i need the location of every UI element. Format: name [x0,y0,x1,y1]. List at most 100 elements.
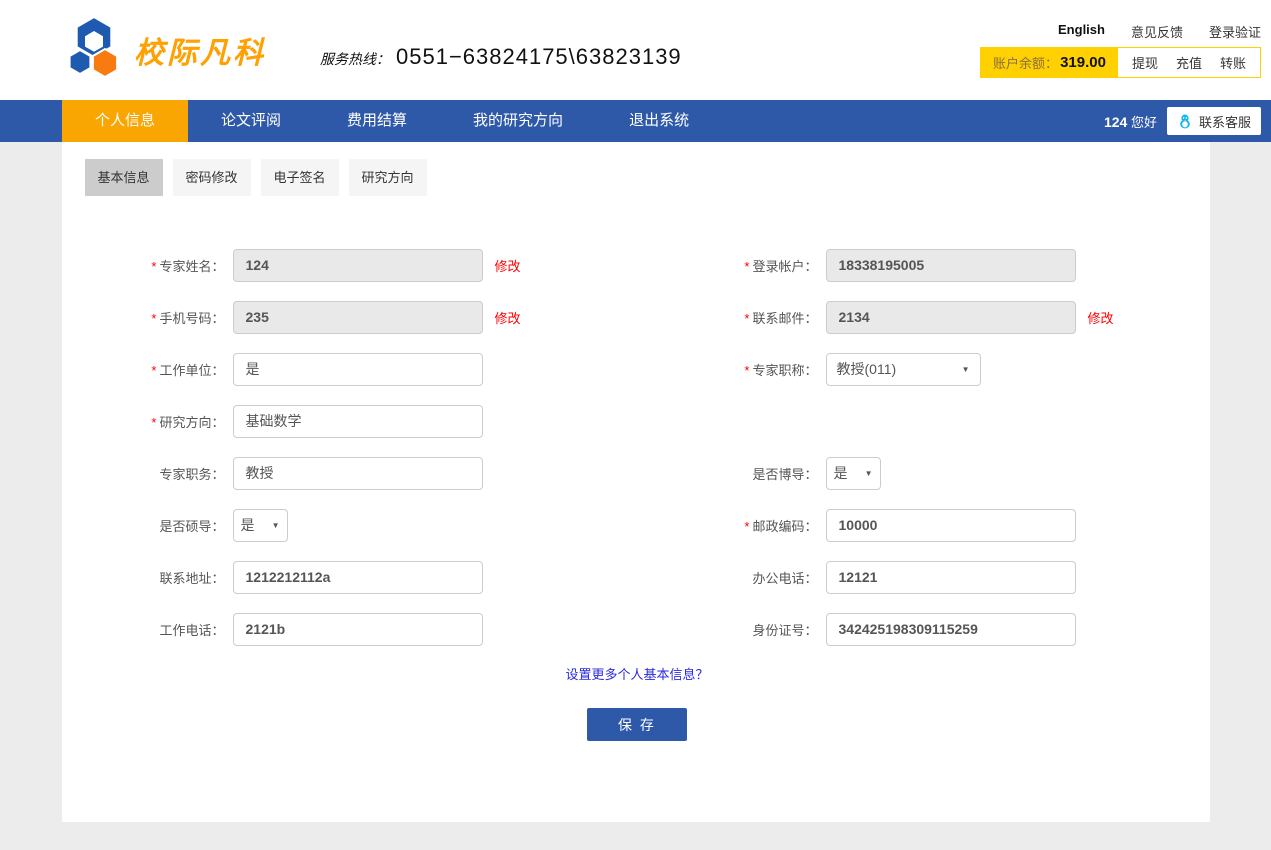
field-label: 联系邮件： [752,311,817,326]
form-row: *专家姓名： 修改 *登录帐户： [85,248,1210,282]
save-wrap: 保 存 [85,708,1190,741]
required-marker: * [744,311,749,326]
field-work-phone: 工作电话： [85,612,636,646]
required-marker: * [744,519,749,534]
nav-tab-paper-review[interactable]: 论文评阅 [188,100,314,142]
work-phone-input[interactable] [233,613,483,646]
dropdown-arrow-icon: ▼ [962,365,970,374]
qq-icon [1177,113,1193,129]
link-feedback[interactable]: 意见反馈 [1131,22,1183,41]
withdraw-link[interactable]: 提现 [1132,53,1158,72]
more-info-link[interactable]: 设置更多个人基本信息？ [565,667,708,682]
field-postal-code: *邮政编码： [636,508,1187,542]
required-marker: * [151,311,156,326]
account-balance: 账户余额： 319.00 [981,48,1118,77]
contact-service-button[interactable]: 联系客服 [1167,107,1261,135]
contact-address-input[interactable] [233,561,483,594]
required-marker: * [151,363,156,378]
field-expert-position: 专家职务： [85,456,636,490]
link-login-verify[interactable]: 登录验证 [1209,22,1261,41]
field-label: 邮政编码： [752,519,817,534]
brand: 校际凡科 [62,15,266,85]
hotline-number: 0551−63824175\63823139 [396,44,682,70]
subtabs: 基本信息 密码修改 电子签名 研究方向 [85,159,1210,196]
required-marker: * [151,415,156,430]
nav-tab-my-research[interactable]: 我的研究方向 [440,100,596,142]
field-label: 手机号码： [159,311,224,326]
required-marker: * [744,363,749,378]
page-header: 校际凡科 服务热线： 0551−63824175\63823139 Englis… [0,0,1271,100]
id-number-input[interactable] [826,613,1076,646]
expert-position-input[interactable] [233,457,483,490]
account-balance-box: 账户余额： 319.00 提现 充值 转账 [980,47,1261,78]
nav-tab-personal-info[interactable]: 个人信息 [62,100,188,142]
field-label: 工作电话： [159,623,224,638]
modify-mobile-link[interactable]: 修改 [495,308,521,327]
field-label: 专家姓名： [159,259,224,274]
username: 124 [1104,114,1127,130]
service-hotline: 服务热线： 0551−63824175\63823139 [320,44,682,70]
office-phone-input[interactable] [826,561,1076,594]
main-panel: 基本信息 密码修改 电子签名 研究方向 *专家姓名： 修改 *登录帐户： *手机… [62,142,1210,822]
empty-cell [636,404,1187,438]
top-links: English 意见反馈 登录验证 [1058,22,1261,41]
save-button[interactable]: 保 存 [587,708,687,741]
field-office-phone: 办公电话： [636,560,1187,594]
field-label: 是否硕导： [159,519,224,534]
field-master-supervisor: 是否硕导： 是 ▼ [85,508,636,542]
balance-value: 319.00 [1060,54,1106,71]
mobile-number-input[interactable] [233,301,483,334]
login-account-input[interactable] [826,249,1076,282]
balance-label: 账户余额： [993,53,1058,72]
modify-email-link[interactable]: 修改 [1088,308,1114,327]
nav-tab-logout[interactable]: 退出系统 [596,100,722,142]
form-row: 联系地址： 办公电话： [85,560,1210,594]
recharge-link[interactable]: 充值 [1176,53,1202,72]
expert-name-input[interactable] [233,249,483,282]
dropdown-arrow-icon: ▼ [272,521,280,530]
greeting-text: 您好 [1131,115,1157,130]
field-label: 身份证号： [752,623,817,638]
main-nav: 个人信息 论文评阅 费用结算 我的研究方向 退出系统 124 您好 联系客服 [0,100,1271,142]
field-label: 办公电话： [752,571,817,586]
basic-info-form: *专家姓名： 修改 *登录帐户： *手机号码： 修改 *联系邮件： 修改 [85,248,1210,741]
required-marker: * [744,259,749,274]
master-supervisor-select[interactable]: 是 ▼ [233,509,288,542]
selected-value: 是 [834,463,848,483]
brand-name: 校际凡科 [134,28,266,72]
research-direction-input[interactable] [233,405,483,438]
brand-logo-icon [62,15,126,85]
subtab-password-change[interactable]: 密码修改 [173,159,251,196]
work-unit-input[interactable] [233,353,483,386]
expert-title-select[interactable]: 教授(011) ▼ [826,353,981,386]
selected-value: 教授(011) [837,359,897,379]
link-english[interactable]: English [1058,22,1105,41]
balance-actions: 提现 充值 转账 [1118,48,1260,77]
field-label: 专家职务： [159,467,224,482]
field-label: 专家职称： [752,363,817,378]
postal-code-input[interactable] [826,509,1076,542]
nav-tab-fee-settlement[interactable]: 费用结算 [314,100,440,142]
form-row: 工作电话： 身份证号： [85,612,1210,646]
more-link-wrap: 设置更多个人基本信息？ [85,664,1190,684]
contact-email-input[interactable] [826,301,1076,334]
modify-name-link[interactable]: 修改 [495,256,521,275]
form-row: *手机号码： 修改 *联系邮件： 修改 [85,300,1210,334]
field-contact-email: *联系邮件： 修改 [636,300,1187,334]
subtab-basic-info[interactable]: 基本信息 [85,159,163,196]
nav-user-greeting: 124 您好 [1104,112,1157,131]
field-expert-name: *专家姓名： 修改 [85,248,636,282]
transfer-link[interactable]: 转账 [1220,53,1246,72]
form-row: *研究方向： [85,404,1210,438]
field-id-number: 身份证号： [636,612,1187,646]
subtab-research-direction[interactable]: 研究方向 [349,159,427,196]
field-contact-address: 联系地址： [85,560,636,594]
field-doctoral-supervisor: 是否博导： 是 ▼ [636,456,1187,490]
doctoral-supervisor-select[interactable]: 是 ▼ [826,457,881,490]
subtab-e-signature[interactable]: 电子签名 [261,159,339,196]
field-mobile-number: *手机号码： 修改 [85,300,636,334]
dropdown-arrow-icon: ▼ [865,469,873,478]
field-label: 工作单位： [159,363,224,378]
field-work-unit: *工作单位： [85,352,636,386]
form-row: 是否硕导： 是 ▼ *邮政编码： [85,508,1210,542]
